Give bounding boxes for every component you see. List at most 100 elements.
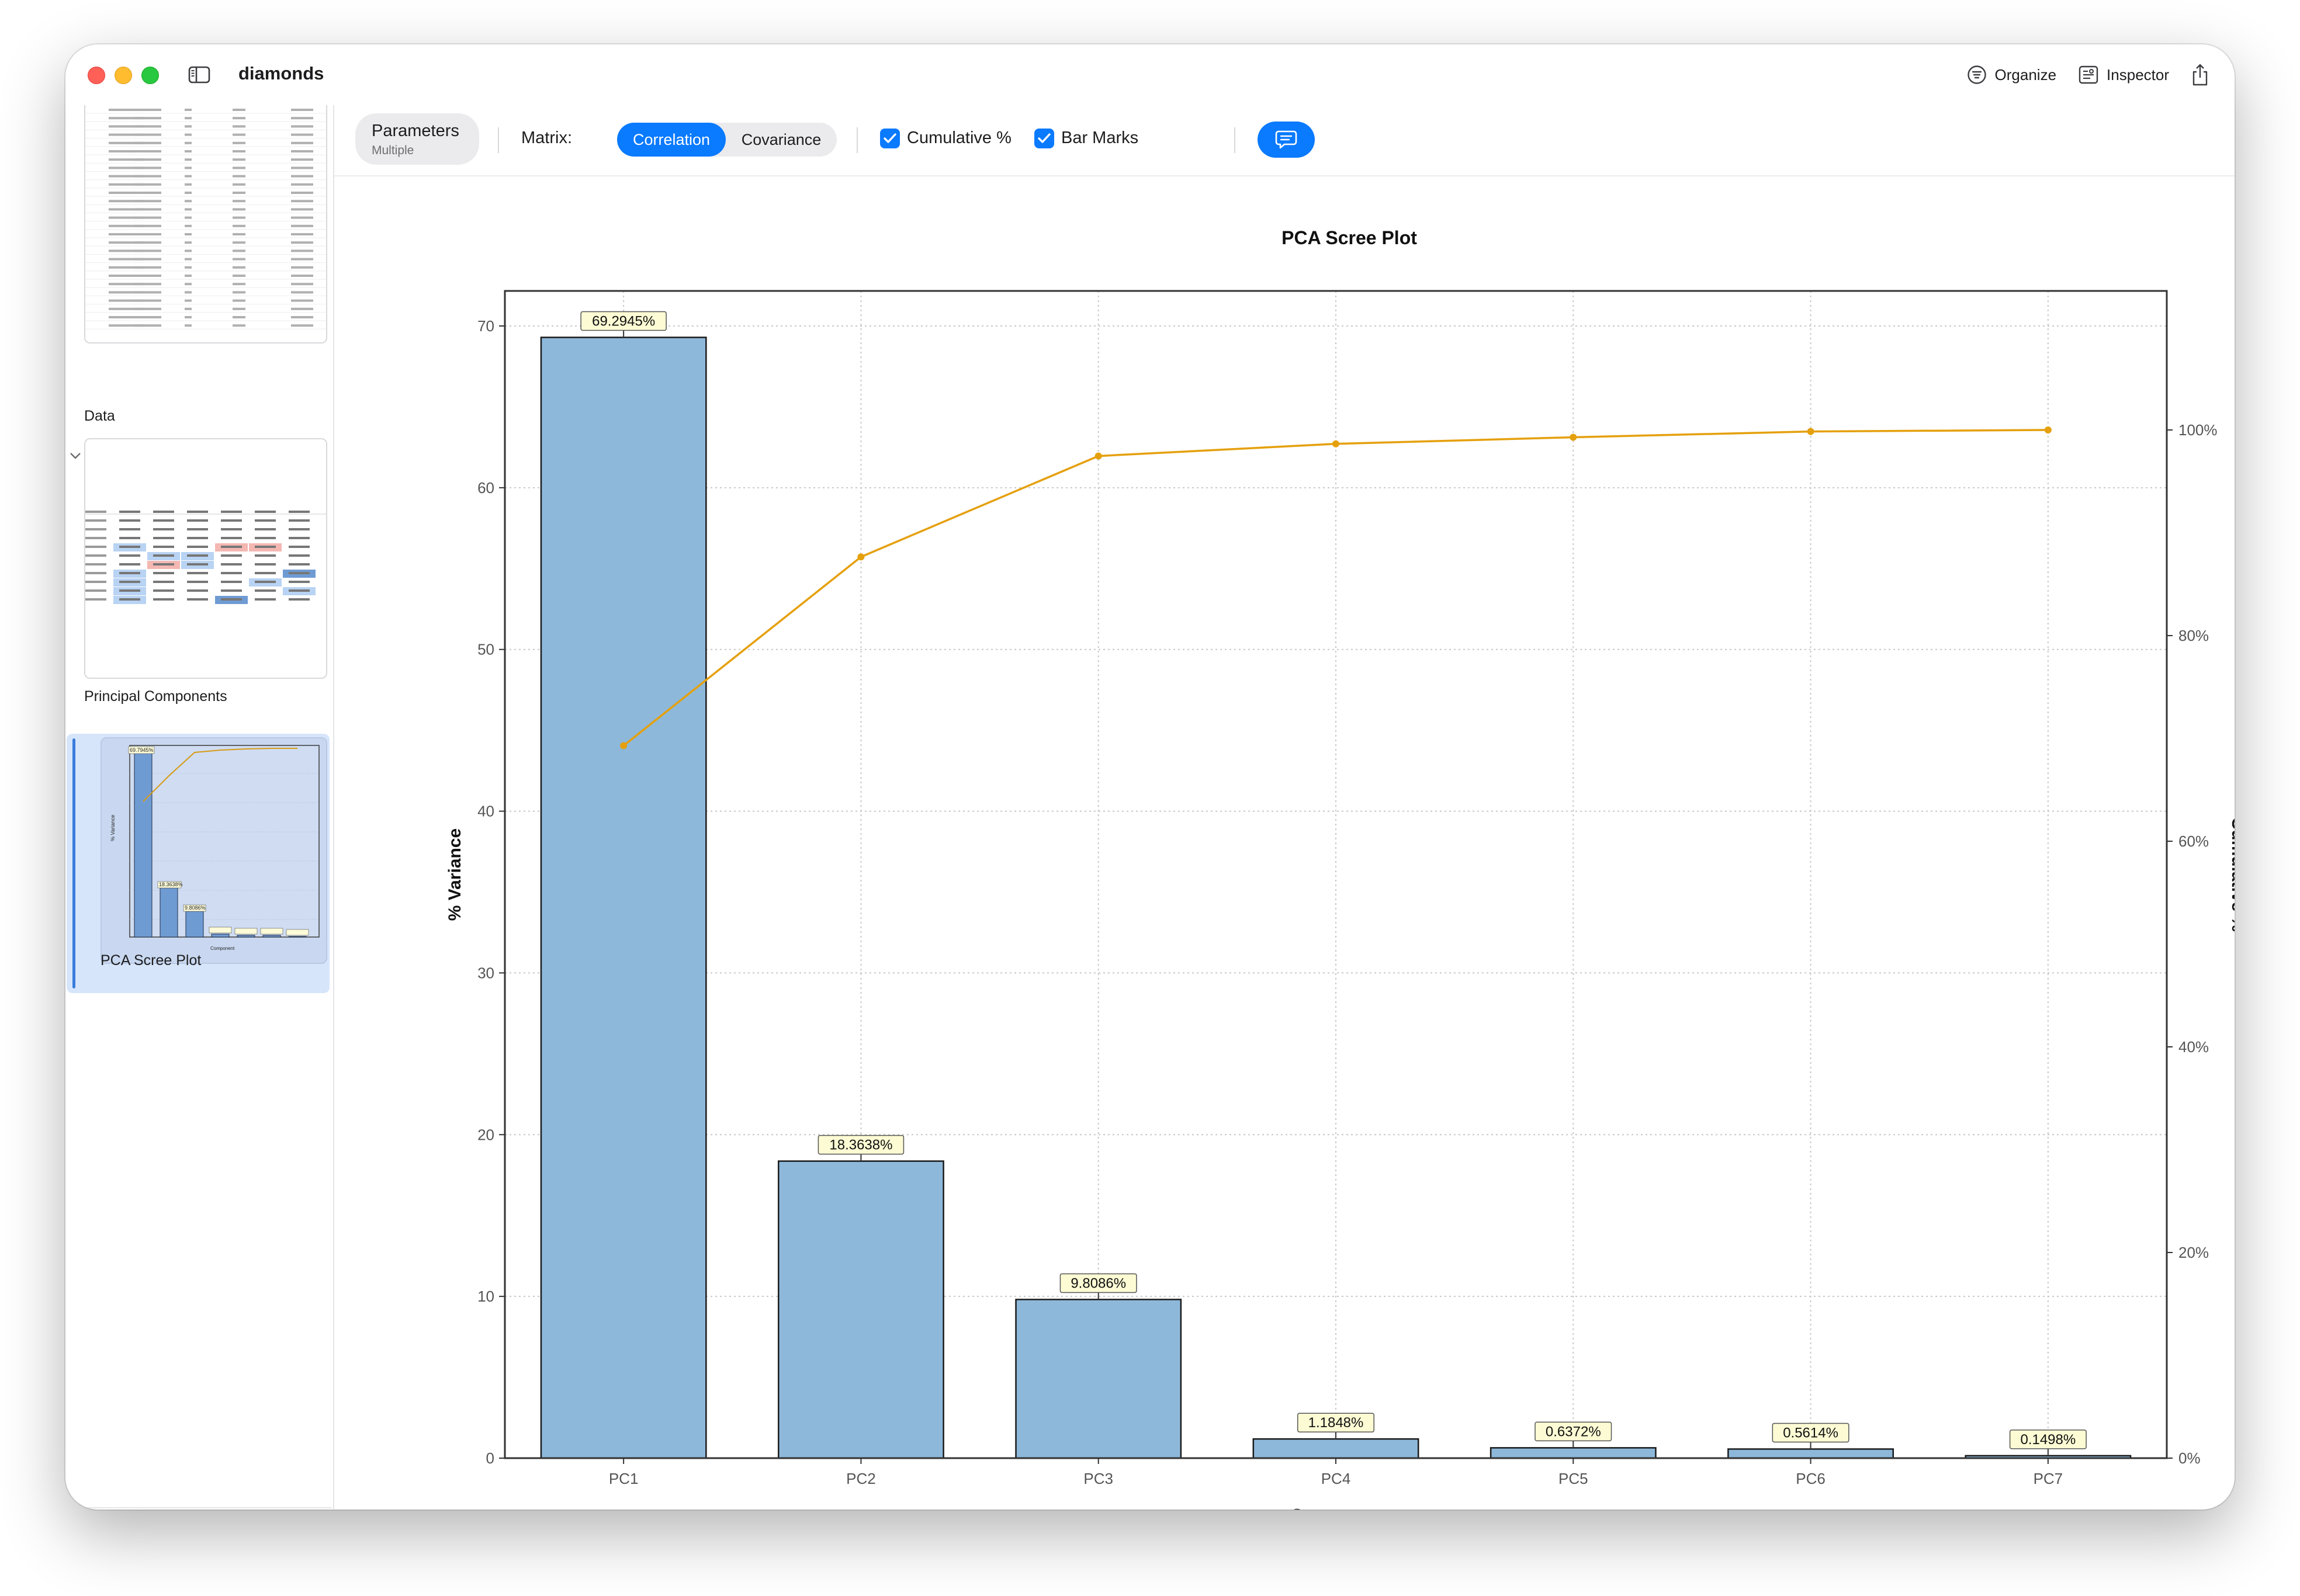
thumb-cell <box>255 554 276 557</box>
thumb-cell <box>233 117 245 120</box>
matrix-segmented-control: Correlation Covariance <box>617 123 837 157</box>
sidebar-item-principal-components[interactable] <box>84 438 327 679</box>
chart-area: PCA Scree Plot 69.2945% 18.3638% 9.8086% 1.… <box>334 176 2235 1510</box>
cumulative-label: Cumulative % <box>907 129 1012 147</box>
thumb-cell <box>233 125 245 128</box>
thumb-cell <box>291 241 313 244</box>
x-tick-label: PC1 <box>609 1470 639 1487</box>
value-label: 69.2945% <box>592 314 655 329</box>
organize-button[interactable]: Organize <box>1962 60 2062 90</box>
thumb-cell <box>255 563 276 565</box>
thumb-cell <box>233 175 245 178</box>
thumb-cell <box>119 528 140 530</box>
thumb-cell <box>291 316 313 318</box>
thumb-cell <box>233 166 245 169</box>
thumb-cell <box>289 581 310 583</box>
toolbar-divider <box>857 127 858 153</box>
thumb-cell <box>291 324 313 327</box>
thumb-cell <box>119 546 140 548</box>
thumb-cell <box>255 511 276 513</box>
sidebar-toggle-button[interactable] <box>182 60 216 90</box>
thumb-cell <box>187 537 208 539</box>
minimize-window-button[interactable] <box>115 67 132 84</box>
thumb-cell <box>119 589 140 592</box>
thumb-cell <box>291 216 313 219</box>
thumb-cell <box>134 141 161 144</box>
thumb-cell <box>134 283 161 286</box>
thumb-cell <box>289 598 310 601</box>
thumb-cell <box>233 324 245 327</box>
comment-button[interactable] <box>1258 122 1315 158</box>
thumb-cell <box>221 563 242 565</box>
thumb-cell <box>134 109 161 111</box>
thumb-cell <box>185 208 192 211</box>
share-button[interactable] <box>2187 60 2214 90</box>
thumb-cell <box>153 519 174 522</box>
svg-text:% Variance: % Variance <box>110 815 116 841</box>
chart-axes: 0 10 20 30 40 50 60 70 PC1 PC2 PC3 PC4 PC5 PC6 PC7 0% 20… <box>477 317 2217 1487</box>
thumb-cell <box>134 192 161 194</box>
sidebar-item-label: Principal Components <box>84 688 227 705</box>
thumb-cell <box>134 150 161 152</box>
thumb-cell <box>233 275 245 277</box>
thumb-cell <box>153 598 174 601</box>
parameters-title: Parameters <box>372 122 459 140</box>
y2-tick-label: 60% <box>2178 832 2209 850</box>
thumb-cell <box>185 141 192 144</box>
x-tick-label: PC5 <box>1558 1470 1588 1487</box>
chart-toolbar: Parameters Multiple Matrix: Correlation … <box>334 105 2235 176</box>
thumb-cell <box>134 266 161 269</box>
svg-text:9.8086%: 9.8086% <box>185 905 206 911</box>
app-window: diamonds Organize Inspector Data Princip… <box>65 44 2235 1510</box>
toolbar-right: Organize Inspector <box>1962 60 2214 90</box>
thumb-cell <box>255 589 276 592</box>
thumb-cell <box>134 175 161 178</box>
thumb-cell <box>291 125 313 128</box>
thumb-cell <box>233 183 245 186</box>
thumb-cell <box>289 546 310 548</box>
scree-plot-thumbnail: 69.7945% 18.3638% 9.8086% % Variance Com… <box>110 745 320 951</box>
thumb-cell <box>187 528 208 530</box>
x-tick-label: PC4 <box>1321 1470 1351 1487</box>
cumulative-point <box>857 553 865 561</box>
cumulative-point <box>1807 428 1814 435</box>
thumb-cell <box>255 546 276 548</box>
cumulative-checkbox[interactable] <box>880 129 900 148</box>
matrix-option-correlation[interactable]: Correlation <box>617 123 726 157</box>
inspector-button[interactable]: Inspector <box>2074 60 2174 90</box>
organize-icon <box>1967 65 1986 84</box>
thumb-cell <box>119 537 140 539</box>
parameters-button[interactable]: Parameters Multiple <box>355 113 479 165</box>
thumb-cell <box>153 537 174 539</box>
bar-pc3 <box>1015 1299 1182 1459</box>
y-axis-label: % Variance <box>445 828 465 921</box>
zoom-window-button[interactable] <box>141 67 159 84</box>
thumb-cell <box>153 511 174 513</box>
cumulative-point <box>620 742 628 750</box>
y2-tick-label: 80% <box>2178 627 2209 644</box>
bar-marks-checkbox[interactable] <box>1034 129 1054 148</box>
thumb-cell <box>187 589 208 592</box>
pca-scree-chart: PCA Scree Plot 69.2945% 18.3638% 9.8086% 1.… <box>445 227 2235 1510</box>
thumb-cell <box>291 109 313 111</box>
inspector-label: Inspector <box>2107 65 2169 84</box>
thumb-cell <box>119 572 140 574</box>
thumb-cell <box>134 307 161 310</box>
bar-pc4 <box>1252 1438 1419 1459</box>
thumb-cell <box>85 511 106 513</box>
chart-bars <box>540 336 2132 1459</box>
thumb-cell <box>185 133 192 136</box>
x-tick-label: PC2 <box>846 1470 876 1487</box>
thumb-cell <box>185 200 192 203</box>
thumb-cell <box>233 299 245 302</box>
sidebar-item-label: Data <box>84 408 115 424</box>
thumb-cell <box>233 150 245 152</box>
value-label: 1.1848% <box>1308 1415 1364 1431</box>
sidebar-item-data[interactable] <box>84 105 327 344</box>
thumb-cell <box>185 249 192 252</box>
chevron-down-icon[interactable] <box>69 451 82 463</box>
matrix-option-covariance[interactable]: Covariance <box>726 123 837 157</box>
thumb-cell <box>85 537 106 539</box>
thumb-cell <box>185 241 192 244</box>
close-window-button[interactable] <box>88 67 105 84</box>
